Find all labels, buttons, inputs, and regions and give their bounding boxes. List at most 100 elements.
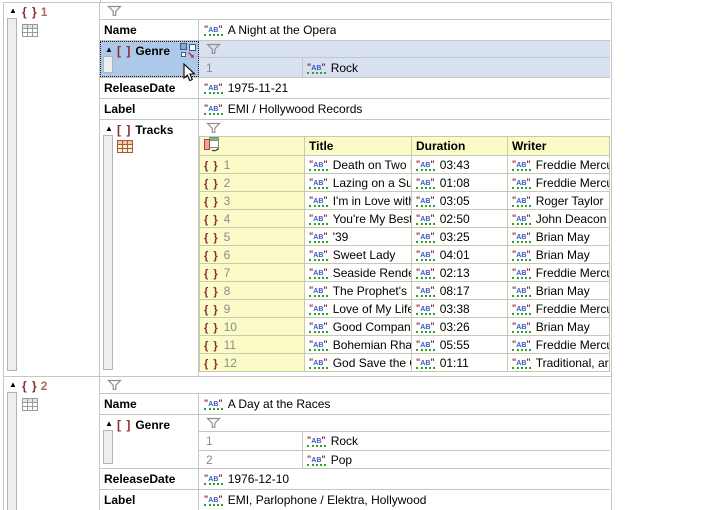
track-index-cell[interactable]: { }6 (200, 246, 305, 264)
track-index-cell[interactable]: { }10 (200, 318, 305, 336)
value-cell-releasedate[interactable]: "AB"1976-12-10 (199, 469, 610, 489)
value-cell-name[interactable]: "AB"A Night at the Opera (199, 20, 610, 40)
track-index-cell[interactable]: { }11 (200, 336, 305, 354)
collapse-strip[interactable] (7, 392, 17, 510)
key-cell-releasedate[interactable]: ReleaseDate (100, 469, 199, 489)
track-index-cell[interactable]: { }7 (200, 264, 305, 282)
table-view-icon[interactable] (117, 140, 133, 156)
track-duration-cell[interactable]: "AB"01:08 (412, 174, 508, 192)
filter-funnel-icon[interactable] (206, 122, 221, 134)
track-writer-cell[interactable]: "AB"John Deacon (508, 210, 610, 228)
track-duration-cell[interactable]: "AB"03:05 (412, 192, 508, 210)
genre-index-cell[interactable]: 1 (199, 58, 303, 77)
column-header-duration[interactable]: Duration (412, 137, 508, 156)
track-index: 2 (224, 176, 231, 190)
track-title-cell[interactable]: "AB"Sweet Lady (305, 246, 412, 264)
collapse-triangle-icon[interactable]: ▲ (103, 124, 115, 134)
name-value: A Day at the Races (228, 397, 331, 411)
track-index-cell[interactable]: { }4 (200, 210, 305, 228)
value-cell-name[interactable]: "AB"A Day at the Races (199, 394, 610, 414)
key-cell-genre[interactable]: ▲ [ ]Genre (100, 415, 199, 468)
genre-value-cell[interactable]: "AB"Rock (303, 58, 610, 77)
track-writer-cell[interactable]: "AB"Brian May (508, 282, 610, 300)
tracks-corner-cell[interactable] (200, 137, 305, 156)
record-1-tag[interactable]: { }1 (22, 5, 47, 19)
key-cell-name[interactable]: Name (100, 20, 199, 40)
track-duration-cell[interactable]: "AB"01:11 (412, 354, 508, 372)
track-title-cell[interactable]: "AB"I'm in Love with My Car (305, 192, 412, 210)
track-writer-cell[interactable]: "AB"Brian May (508, 318, 610, 336)
track-index-cell[interactable]: { }3 (200, 192, 305, 210)
value-cell-releasedate[interactable]: "AB"1975-11-21 (199, 78, 610, 98)
array-brackets-icon: [ ] (117, 44, 131, 58)
genre-index-cell[interactable]: 1 (199, 432, 303, 450)
track-writer-cell[interactable]: "AB"Freddie Mercury (508, 300, 610, 318)
track-title-cell[interactable]: "AB"God Save the Queen (305, 354, 412, 372)
collapse-strip[interactable] (103, 56, 113, 73)
track-writer-cell[interactable]: "AB"Traditional, arr. (508, 354, 610, 372)
track-index-cell[interactable]: { }2 (200, 174, 305, 192)
track-duration-cell[interactable]: "AB"04:01 (412, 246, 508, 264)
genre-value-cell[interactable]: "AB"Pop (303, 451, 610, 468)
genre-value-cell[interactable]: "AB"Rock (303, 432, 610, 450)
filter-funnel-icon[interactable] (206, 43, 221, 55)
track-duration-cell[interactable]: "AB"08:17 (412, 282, 508, 300)
track-index-cell[interactable]: { }5 (200, 228, 305, 246)
table-view-icon[interactable] (22, 24, 38, 40)
collapse-strip[interactable] (103, 135, 113, 370)
track-writer-cell[interactable]: "AB"Freddie Mercury (508, 336, 610, 354)
collapse-strip[interactable] (7, 18, 17, 371)
display-as-grid-icon[interactable] (179, 43, 197, 62)
value-cell-label[interactable]: "AB"EMI / Hollywood Records (199, 99, 610, 119)
table-view-icon[interactable] (22, 398, 38, 414)
track-duration-cell[interactable]: "AB"02:50 (412, 210, 508, 228)
transpose-table-icon[interactable] (204, 137, 221, 152)
track-duration-cell[interactable]: "AB"05:55 (412, 336, 508, 354)
filter-funnel-icon[interactable] (107, 5, 122, 17)
track-writer-cell[interactable]: "AB"Brian May (508, 246, 610, 264)
key-cell-label[interactable]: Label (100, 490, 199, 510)
track-index-cell[interactable]: { }12 (200, 354, 305, 372)
collapse-triangle-icon[interactable]: ▲ (7, 6, 19, 16)
collapse-triangle-icon[interactable]: ▲ (103, 45, 115, 55)
column-header-title[interactable]: Title (305, 137, 412, 156)
filter-funnel-icon[interactable] (206, 417, 221, 429)
track-index-cell[interactable]: { }8 (200, 282, 305, 300)
track-title-cell[interactable]: "AB"Bohemian Rhapsody (305, 336, 412, 354)
string-type-icon: "AB" (307, 454, 326, 466)
track-title-cell[interactable]: "AB"Good Company (305, 318, 412, 336)
track-writer-cell[interactable]: "AB"Freddie Mercury (508, 156, 610, 174)
track-index-cell[interactable]: { }1 (200, 156, 305, 174)
track-title-cell[interactable]: "AB"Seaside Rendezvous (305, 264, 412, 282)
record-2-tag[interactable]: { }2 (22, 379, 47, 393)
track-duration-cell[interactable]: "AB"03:38 (412, 300, 508, 318)
track-duration-cell[interactable]: "AB"02:13 (412, 264, 508, 282)
track-writer: Freddie Mercury (536, 158, 610, 172)
value-cell-label[interactable]: "AB"EMI, Parlophone / Elektra, Hollywood (199, 490, 610, 510)
genre-index-cell[interactable]: 2 (199, 451, 303, 468)
track-index-cell[interactable]: { }9 (200, 300, 305, 318)
track-writer-cell[interactable]: "AB"Freddie Mercury (508, 174, 610, 192)
track-title-cell[interactable]: "AB"Love of My Life (305, 300, 412, 318)
track-duration-cell[interactable]: "AB"03:26 (412, 318, 508, 336)
releasedate-value: 1976-12-10 (228, 472, 289, 486)
key-cell-name[interactable]: Name (100, 394, 199, 414)
track-row: { }5 "AB"'39 "AB"03:25 "AB"Brian May (200, 228, 610, 246)
filter-funnel-icon[interactable] (107, 379, 122, 391)
track-writer-cell[interactable]: "AB"Roger Taylor (508, 192, 610, 210)
column-header-writer[interactable]: Writer (508, 137, 610, 156)
key-cell-label[interactable]: Label (100, 99, 199, 119)
collapse-triangle-icon[interactable]: ▲ (7, 380, 19, 390)
track-title-cell[interactable]: "AB"Lazing on a Sunday Afternoon (305, 174, 412, 192)
track-title-cell[interactable]: "AB"'39 (305, 228, 412, 246)
track-duration-cell[interactable]: "AB"03:43 (412, 156, 508, 174)
key-cell-tracks[interactable]: ▲ [ ]Tracks (100, 120, 199, 376)
track-duration-cell[interactable]: "AB"03:25 (412, 228, 508, 246)
track-title-cell[interactable]: "AB"The Prophet's Song (305, 282, 412, 300)
collapse-triangle-icon[interactable]: ▲ (103, 419, 115, 429)
track-title-cell[interactable]: "AB"You're My Best Friend (305, 210, 412, 228)
track-writer-cell[interactable]: "AB"Freddie Mercury (508, 264, 610, 282)
track-title-cell[interactable]: "AB"Death on Two Legs (305, 156, 412, 174)
collapse-strip[interactable] (103, 430, 113, 464)
track-writer-cell[interactable]: "AB"Brian May (508, 228, 610, 246)
